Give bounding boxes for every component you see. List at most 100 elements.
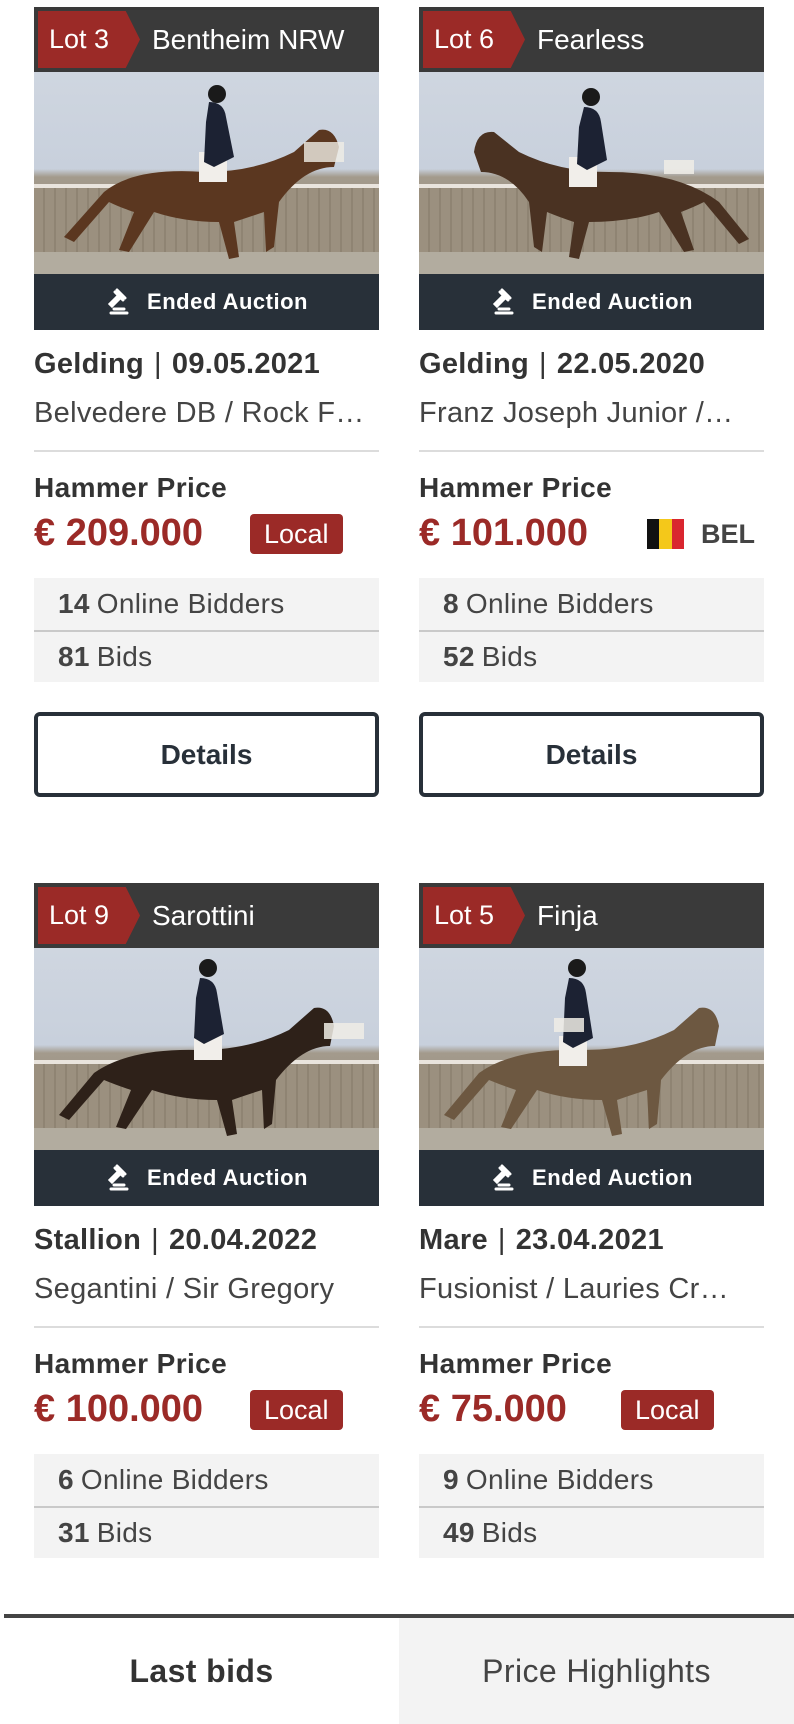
online-bidders-count: 9 <box>443 1464 459 1495</box>
sex-and-birthdate: Mare | 23.04.2021 <box>419 1224 764 1257</box>
horse-photo[interactable] <box>419 948 764 1150</box>
lot-number-badge: Lot 6 <box>423 11 525 68</box>
online-bidders-count: 8 <box>443 588 459 619</box>
birth-date: 09.05.2021 <box>171 348 321 380</box>
horse-sex: Gelding <box>419 348 530 380</box>
lot-card[interactable]: Lot 5 Finja Ended Auction Mare | 23.04.202… <box>419 883 764 1558</box>
bids-stat: 81 Bids <box>34 630 379 682</box>
tab-last-bids[interactable]: Last bids <box>4 1618 399 1724</box>
online-bidders-label: Online Bidders <box>96 588 285 619</box>
lot-header: Lot 9 Sarottini <box>34 883 379 948</box>
hammer-price-label: Hammer Price <box>34 1348 228 1379</box>
gavel-icon <box>492 288 514 315</box>
sex-and-birthdate: Gelding | 22.05.2020 <box>419 348 764 381</box>
pedigree-lineage: Fusionist / Lauries Cr… <box>419 1273 729 1305</box>
birth-date: 20.04.2022 <box>168 1224 318 1256</box>
divider <box>34 450 379 452</box>
price-row: € 101.000 BEL <box>419 510 764 560</box>
lot-header: Lot 6 Fearless <box>419 7 764 72</box>
divider <box>34 1326 379 1328</box>
online-bidders-stat: 9 Online Bidders <box>419 1454 764 1506</box>
horse-rider-image <box>474 88 749 259</box>
lot-header: Lot 5 Finja <box>419 883 764 948</box>
bid-stats: 6 Online Bidders 31 Bids <box>34 1454 379 1558</box>
sex-and-birthdate: Gelding | 09.05.2021 <box>34 348 379 381</box>
ended-auction-banner: Ended Auction <box>419 1150 764 1206</box>
birth-date: 22.05.2020 <box>556 348 706 380</box>
bid-stats: 9 Online Bidders 49 Bids <box>419 1454 764 1558</box>
buyer-country: BEL <box>647 514 755 554</box>
tab-price-highlights[interactable]: Price Highlights <box>399 1618 794 1724</box>
horse-sex: Gelding <box>34 348 145 380</box>
hammer-price-label: Hammer Price <box>419 1348 613 1379</box>
horse-photo[interactable] <box>419 72 764 274</box>
local-badge: Local <box>250 1390 343 1430</box>
ended-auction-label: Ended Auction <box>532 289 693 314</box>
bottom-tab-bar: Last bids Price Highlights <box>4 1614 794 1724</box>
hammer-price-value: € 100.000 <box>34 1388 204 1430</box>
horse-name: Fearless <box>537 23 645 55</box>
horse-photo[interactable] <box>34 72 379 274</box>
online-bidders-label: Online Bidders <box>80 1464 269 1495</box>
ended-auction-banner: Ended Auction <box>419 274 764 330</box>
ended-auction-label: Ended Auction <box>147 1165 308 1190</box>
online-bidders-count: 6 <box>58 1464 74 1495</box>
online-bidders-stat: 6 Online Bidders <box>34 1454 379 1506</box>
lot-card[interactable]: Lot 9 Sarottini Ended Auction Stallion | 2… <box>34 883 379 1558</box>
online-bidders-label: Online Bidders <box>465 1464 654 1495</box>
bids-count: 31 <box>58 1517 90 1548</box>
pedigree-lineage: Segantini / Sir Gregory <box>34 1273 335 1305</box>
pedigree-lineage: Belvedere DB / Rock F… <box>34 397 365 429</box>
online-bidders-count: 14 <box>58 588 90 619</box>
price-row: € 75.000 Local <box>419 1386 764 1436</box>
lot-header: Lot 3 Bentheim NRW <box>34 7 379 72</box>
bids-label: Bids <box>481 641 538 672</box>
gavel-icon <box>107 288 129 315</box>
lot-card[interactable]: Lot 6 Fearless Ended Auction Gelding | 22.… <box>419 7 764 797</box>
belgium-flag-icon <box>647 519 684 549</box>
meta-separator: | <box>497 1224 506 1256</box>
bids-stat: 31 Bids <box>34 1506 379 1558</box>
gavel-icon <box>107 1164 129 1191</box>
ended-auction-banner: Ended Auction <box>34 274 379 330</box>
hammer-price-label: Hammer Price <box>34 472 228 503</box>
ended-auction-label: Ended Auction <box>532 1165 693 1190</box>
bids-label: Bids <box>481 1517 538 1548</box>
lot-number-badge: Lot 3 <box>38 11 140 68</box>
details-button[interactable]: Details <box>419 712 764 797</box>
price-row: € 100.000 Local <box>34 1386 379 1436</box>
ended-auction-label: Ended Auction <box>147 289 308 314</box>
horse-photo[interactable] <box>34 948 379 1150</box>
sex-and-birthdate: Stallion | 20.04.2022 <box>34 1224 379 1257</box>
pedigree-lineage: Franz Joseph Junior /… <box>419 397 734 429</box>
birth-date: 23.04.2021 <box>515 1224 664 1256</box>
meta-separator: | <box>154 348 162 380</box>
bid-stats: 14 Online Bidders 81 Bids <box>34 578 379 682</box>
horse-sex: Stallion <box>34 1224 142 1256</box>
bids-count: 81 <box>58 641 90 672</box>
bids-count: 52 <box>443 641 475 672</box>
bid-stats: 8 Online Bidders 52 Bids <box>419 578 764 682</box>
meta-separator: | <box>151 1224 159 1256</box>
horse-sex: Mare <box>419 1224 488 1256</box>
lot-number-badge: Lot 5 <box>423 887 525 944</box>
divider <box>419 1326 764 1328</box>
horse-rider-image <box>444 959 719 1136</box>
online-bidders-stat: 14 Online Bidders <box>34 578 379 630</box>
hammer-price-value: € 75.000 <box>419 1388 567 1430</box>
online-bidders-label: Online Bidders <box>465 588 654 619</box>
horse-rider-image <box>59 959 364 1136</box>
online-bidders-stat: 8 Online Bidders <box>419 578 764 630</box>
bids-label: Bids <box>96 1517 153 1548</box>
bids-stat: 49 Bids <box>419 1506 764 1558</box>
gavel-icon <box>492 1164 514 1191</box>
divider <box>419 450 764 452</box>
bids-count: 49 <box>443 1517 475 1548</box>
details-button[interactable]: Details <box>34 712 379 797</box>
price-row: € 209.000 Local <box>34 510 379 560</box>
horse-name: Finja <box>537 899 598 931</box>
lot-card[interactable]: Lot 3 Bentheim NRW Ended Auction Gelding… <box>34 7 379 797</box>
horse-name: Sarottini <box>152 899 255 931</box>
lot-number-badge: Lot 9 <box>38 887 140 944</box>
meta-separator: | <box>539 348 547 380</box>
